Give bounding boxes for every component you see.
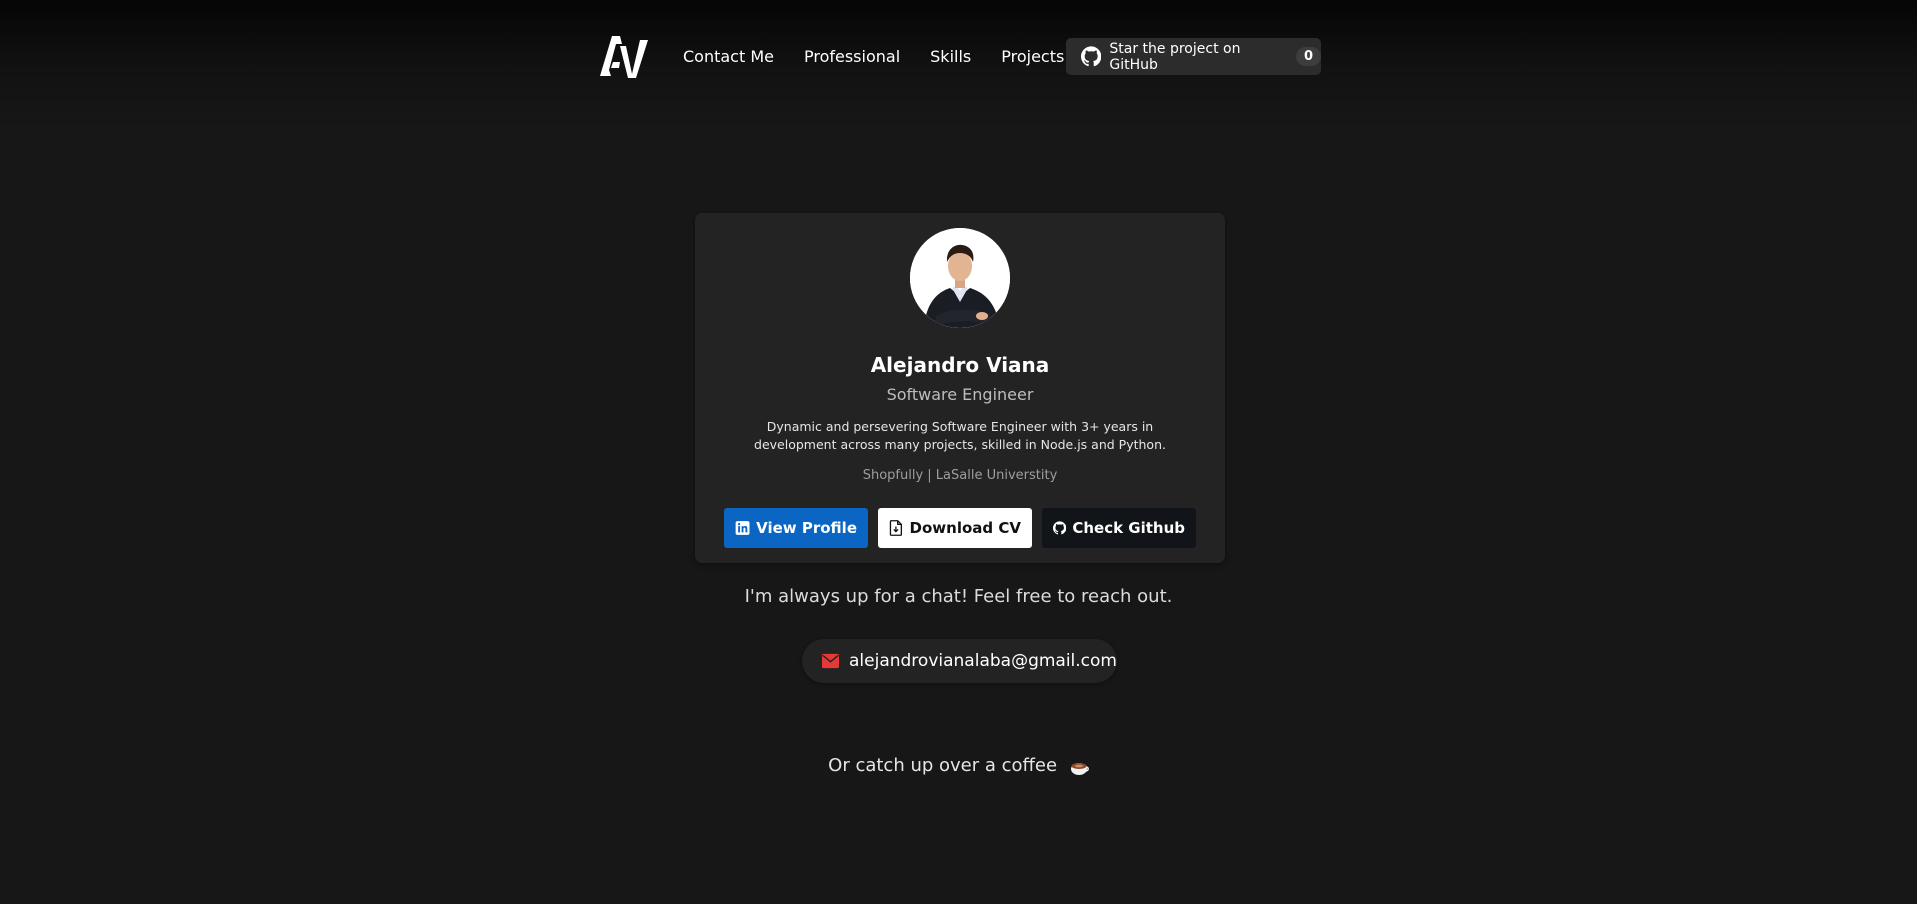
download-cv-label: Download CV <box>909 519 1021 537</box>
github-icon <box>1081 46 1102 67</box>
view-linkedin-profile-button[interactable]: View Profile <box>724 508 868 548</box>
envelope-icon <box>822 653 839 669</box>
avatar <box>910 228 1010 328</box>
github-star-button[interactable]: Star the project on GitHub 0 <box>1066 38 1321 75</box>
download-cv-button[interactable]: Download CV <box>878 508 1032 548</box>
nav-link-projects[interactable]: Projects <box>1001 47 1064 66</box>
profile-name: Alejandro Viana <box>870 353 1050 377</box>
chat-invitation-text: I'm always up for a chat! Feel free to r… <box>744 586 1173 607</box>
email-link[interactable]: alejandrovianalaba@gmail.com <box>802 639 1117 683</box>
profile-actions: View Profile Download CV Check Github <box>724 508 1196 548</box>
top-nav: Contact Me Professional Skills Projects <box>598 30 1094 82</box>
profile-role: Software Engineer <box>886 385 1034 404</box>
profile-orgs: Shopfully | LaSalle Universtity <box>862 468 1058 483</box>
github-icon <box>1053 521 1067 535</box>
profile-card: Alejandro Viana Software Engineer Dynami… <box>695 213 1225 563</box>
github-star-count: 0 <box>1295 47 1321 66</box>
github-star-label: Star the project on GitHub <box>1109 40 1241 73</box>
coffee-text-line: Or catch up over a coffee <box>0 755 1917 776</box>
av-logo[interactable] <box>598 32 650 80</box>
email-address: alejandrovianalaba@gmail.com <box>849 651 1117 671</box>
check-github-label: Check Github <box>1072 519 1185 537</box>
avatar-portrait <box>910 228 1010 328</box>
nav-link-contact-me[interactable]: Contact Me <box>683 47 774 66</box>
profile-bio: Dynamic and persevering Software Enginee… <box>754 419 1166 452</box>
file-download-icon <box>889 520 903 536</box>
nav-link-professional[interactable]: Professional <box>804 47 900 66</box>
check-github-button[interactable]: Check Github <box>1042 508 1196 548</box>
page: Contact Me Professional Skills Projects … <box>0 0 1917 904</box>
coffee-cup-icon <box>1070 763 1089 775</box>
coffee-text: Or catch up over a coffee <box>828 755 1058 776</box>
linkedin-icon <box>735 521 750 535</box>
nav-link-skills[interactable]: Skills <box>930 47 971 66</box>
view-profile-label: View Profile <box>756 519 857 537</box>
